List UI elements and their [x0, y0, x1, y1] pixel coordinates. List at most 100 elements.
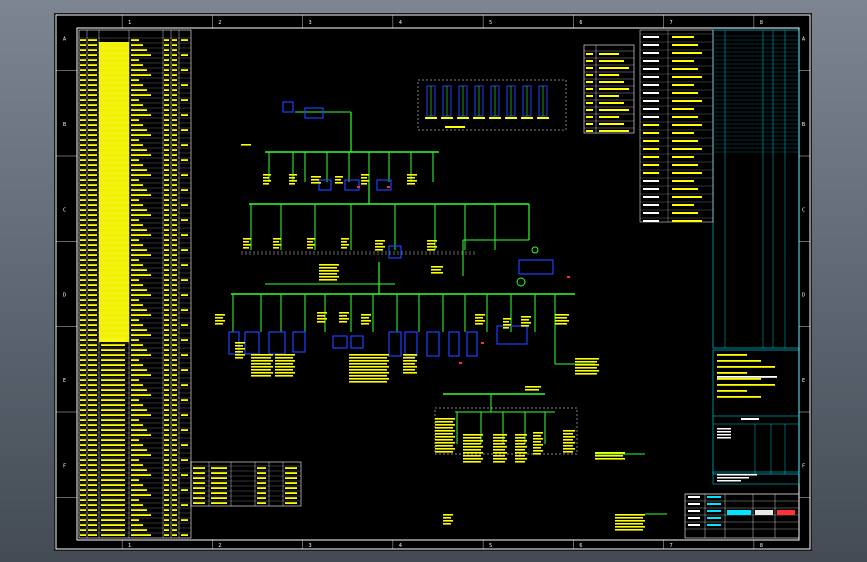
cell-text [88, 509, 97, 511]
cell-text [88, 419, 97, 421]
table-border [78, 29, 192, 539]
cell-text [101, 534, 125, 536]
dashed-boundary [240, 251, 476, 255]
annotation-text [251, 357, 271, 359]
cell-text [80, 324, 86, 326]
cell-text [164, 279, 169, 281]
cell-text [80, 224, 86, 226]
revision-border [712, 29, 800, 349]
cell-text [88, 84, 97, 86]
cell-text [164, 514, 169, 516]
cell-text [131, 339, 139, 341]
cell-text [131, 479, 139, 481]
cell-text [172, 434, 177, 436]
equipment-block [466, 331, 478, 357]
annotation-text [361, 323, 369, 325]
cell-text [172, 459, 177, 461]
cell-text [131, 194, 151, 196]
cell-text [131, 364, 143, 366]
cell-text [172, 359, 177, 361]
cell-text [88, 499, 97, 501]
cell-text [80, 64, 86, 66]
cell-text [131, 134, 151, 136]
annotation-text [275, 363, 293, 365]
cell-text [181, 69, 188, 71]
cell-text [172, 294, 177, 296]
annotation-text [335, 182, 343, 184]
zone-label-bottom: 5 [489, 543, 492, 549]
annotation-text [493, 446, 507, 448]
cell-text [131, 199, 139, 201]
cell-text [88, 249, 97, 251]
spec-text [643, 60, 659, 62]
cell-text [164, 264, 169, 266]
annotation-text [563, 445, 573, 447]
annotation-text [341, 244, 349, 246]
cell-text [131, 244, 143, 246]
annotation-text [525, 386, 541, 388]
cad-viewport[interactable]: 1 1 2 2 3 3 4 4 5 5 6 6 7 7 8 8 A A B B C C D D E E F F [0, 0, 867, 562]
cell-text [80, 159, 86, 161]
spec-text [643, 76, 659, 78]
spec-text [672, 156, 694, 158]
annotation-text [475, 314, 485, 316]
cell-text [172, 109, 177, 111]
cell-text [88, 339, 97, 341]
annotation-text [563, 448, 575, 450]
cell-text [172, 229, 177, 231]
cell-text [131, 314, 151, 316]
equipment-block [448, 331, 460, 357]
cell-text [80, 114, 86, 116]
annotation-text [403, 369, 415, 371]
spec-text [672, 204, 694, 206]
cell-text [164, 64, 169, 66]
spec-text [672, 92, 698, 94]
cell-text [131, 469, 147, 471]
cell-text [164, 89, 169, 91]
spec-text [643, 36, 659, 38]
cell-text [80, 309, 86, 311]
cell-text [80, 479, 86, 481]
cell-text [131, 184, 143, 186]
cell-text [80, 54, 86, 56]
cell-text [164, 69, 169, 71]
annotation-text [515, 452, 527, 454]
cell-text [131, 319, 139, 321]
accent-mark [481, 342, 484, 344]
cell-text [131, 69, 147, 71]
cell-text [88, 334, 97, 336]
cell-text [164, 414, 169, 416]
spec-text [672, 196, 702, 198]
cell-text [586, 60, 593, 62]
cell-text [88, 244, 97, 246]
cell-text [164, 469, 169, 471]
cell-text [101, 529, 125, 531]
cell-text [88, 139, 97, 141]
cell-text [181, 414, 188, 416]
cell-text [88, 319, 97, 321]
cell-text [164, 329, 169, 331]
cell-text [164, 489, 169, 491]
cell-text [101, 524, 125, 526]
panel-label [441, 117, 453, 119]
equipment-block [244, 331, 260, 355]
cell-text [172, 374, 177, 376]
cell-text [88, 349, 97, 351]
cell-text [80, 219, 86, 221]
cell-text [80, 184, 86, 186]
cell-text [172, 299, 177, 301]
cell-text [80, 189, 86, 191]
notes-border [712, 349, 800, 475]
annotation-text [463, 449, 481, 451]
cell-text [599, 95, 619, 97]
transformer-symbol [531, 246, 539, 254]
cell-text [172, 94, 177, 96]
cell-text [172, 484, 177, 486]
cell-text [131, 449, 147, 451]
cell-text [80, 209, 86, 211]
annotation-text [493, 440, 507, 442]
spec-text [672, 140, 698, 142]
cell-text [172, 404, 177, 406]
cell-text [131, 514, 151, 516]
cell-text [164, 124, 169, 126]
